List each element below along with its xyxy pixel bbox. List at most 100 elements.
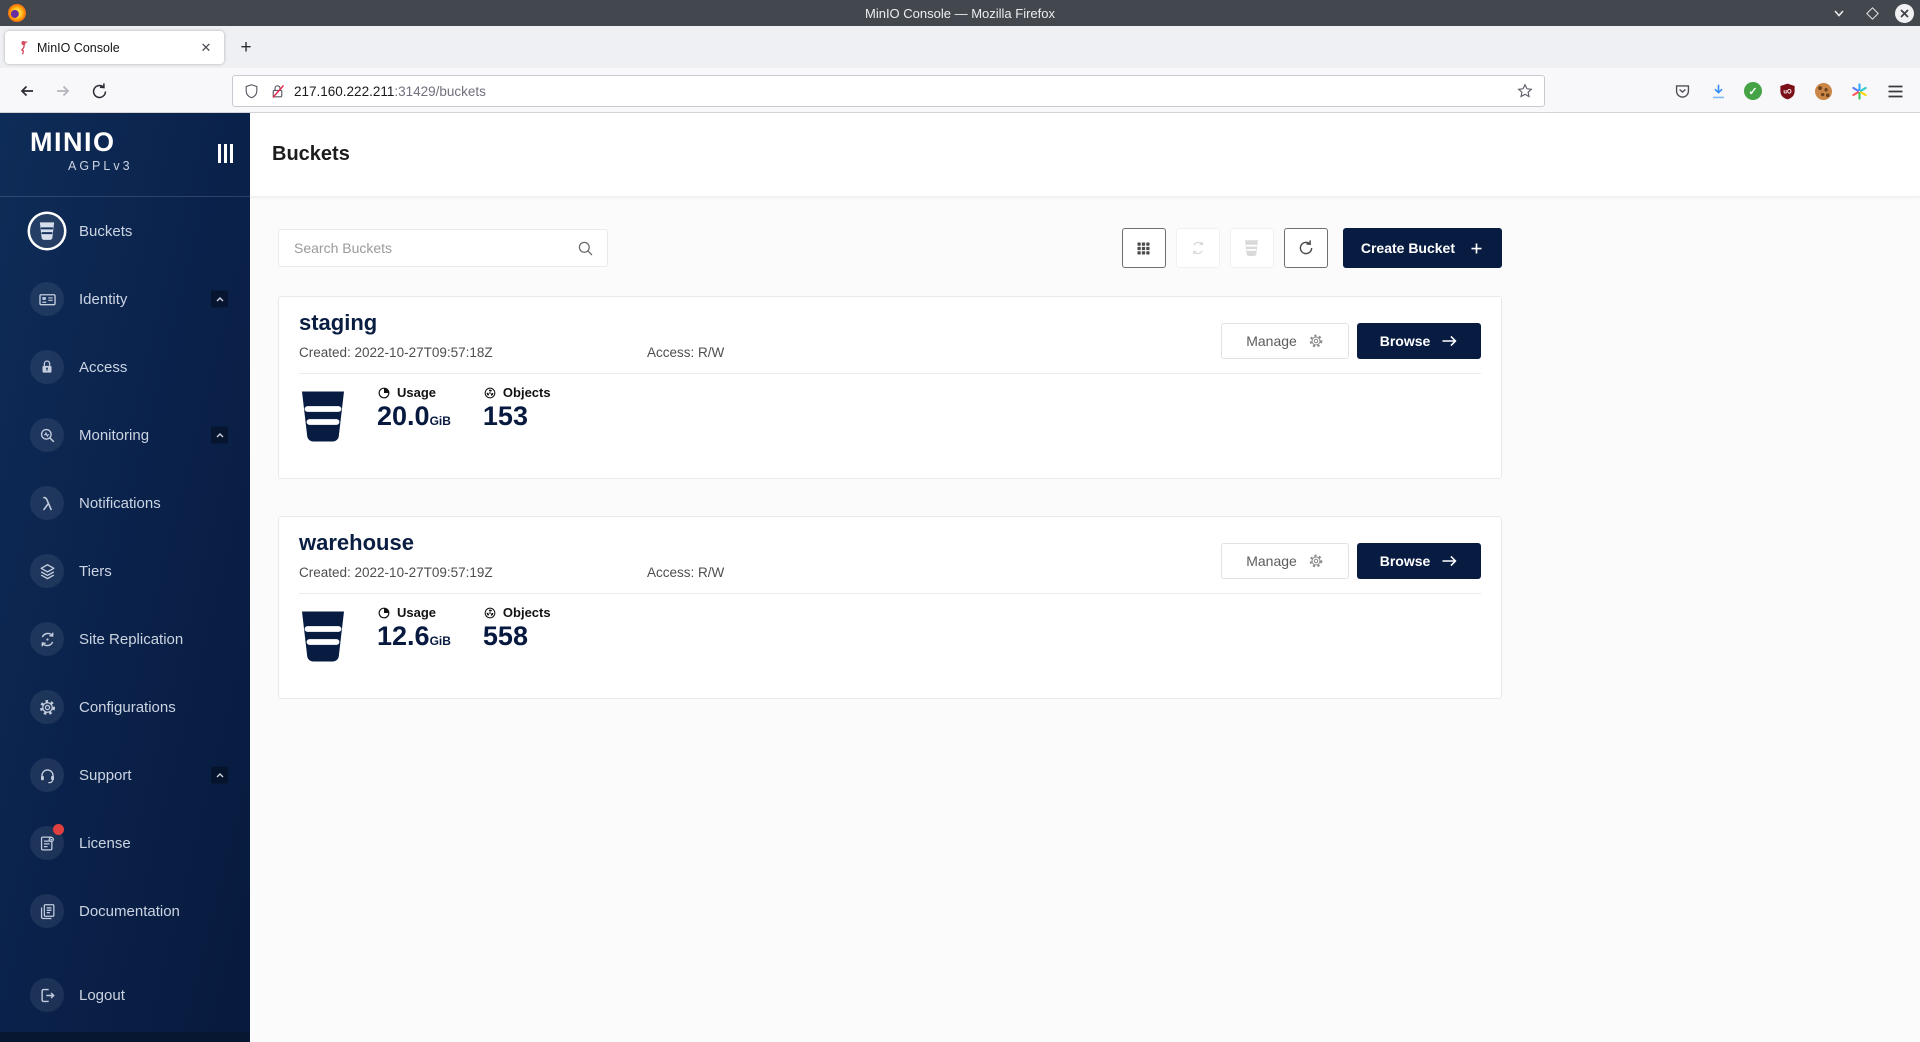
plus-icon <box>1469 241 1484 256</box>
insecure-lock-icon[interactable] <box>269 83 286 100</box>
objects-value: 558 <box>483 622 551 652</box>
new-tab-button[interactable]: + <box>232 34 260 62</box>
chevron-up-icon[interactable] <box>211 291 228 308</box>
minio-logo: MINIO <box>30 127 116 158</box>
cookie-extension-icon[interactable] <box>1813 81 1834 102</box>
forward-button[interactable] <box>48 76 78 106</box>
usage-value: 12.6 <box>377 621 430 651</box>
buckets-content: Create Bucket staging Created: 2022-10-2… <box>250 197 1920 1042</box>
refresh-button[interactable] <box>1284 228 1328 268</box>
support-icon <box>30 758 64 792</box>
create-bucket-button[interactable]: Create Bucket <box>1343 228 1502 268</box>
usage-pie-icon <box>377 386 391 400</box>
usage-label: Usage <box>397 605 436 620</box>
sidebar-item-configurations[interactable]: Configurations <box>0 673 250 741</box>
minio-license-tag: AGPLv3 <box>68 159 133 173</box>
manage-label: Manage <box>1246 333 1297 349</box>
usage-value: 20.0 <box>377 401 430 431</box>
reload-button[interactable] <box>84 76 114 106</box>
window-maximize-button[interactable] <box>1862 3 1882 23</box>
arrow-right-icon <box>1441 554 1458 568</box>
browser-tabbar: MinIO Console ✕ + <box>0 26 1920 68</box>
sidebar-item-label: Site Replication <box>79 631 183 648</box>
tracking-shield-icon[interactable] <box>243 83 260 100</box>
chevron-up-icon[interactable] <box>211 427 228 444</box>
sidebar-collapse-icon[interactable] <box>218 144 234 163</box>
sidebar-item-monitoring[interactable]: Monitoring <box>0 401 250 469</box>
id-card-icon <box>30 282 64 316</box>
sidebar-item-label: Identity <box>79 291 127 308</box>
url-bar[interactable]: 217.160.222.211:31429/buckets <box>232 75 1545 107</box>
manage-button[interactable]: Manage <box>1221 543 1349 579</box>
grid-view-button[interactable] <box>1122 228 1166 268</box>
manage-button[interactable]: Manage <box>1221 323 1349 359</box>
browse-button[interactable]: Browse <box>1357 323 1481 359</box>
divider <box>299 373 1481 374</box>
sidebar-item-notifications[interactable]: Notifications <box>0 469 250 537</box>
back-button[interactable] <box>12 76 42 106</box>
sidebar-item-license[interactable]: License <box>0 809 250 877</box>
window-close-button[interactable] <box>1895 4 1914 23</box>
search-buckets-box <box>278 229 608 267</box>
sidebar-item-label: Access <box>79 359 127 376</box>
sidebar-item-site-replication[interactable]: Site Replication <box>0 605 250 673</box>
sidebar-item-label: Tiers <box>79 563 112 580</box>
bucket-access: Access: R/W <box>647 345 724 360</box>
search-icon <box>576 239 595 258</box>
browse-label: Browse <box>1380 333 1431 349</box>
downloads-icon[interactable] <box>1708 81 1729 102</box>
page-title: Buckets <box>272 143 350 166</box>
layers-icon <box>30 554 64 588</box>
url-host: 217.160.222.211 <box>294 84 394 99</box>
bucket-created: Created: 2022-10-27T09:57:18Z <box>299 345 644 360</box>
sidebar-item-label: Monitoring <box>79 427 149 444</box>
bucket-icon <box>299 388 347 445</box>
sidebar: MINIO AGPLv3 Buckets Identity <box>0 113 250 1042</box>
menu-hamburger-icon[interactable] <box>1885 81 1906 102</box>
sidebar-item-tiers[interactable]: Tiers <box>0 537 250 605</box>
bucket-icon <box>299 608 347 665</box>
documentation-icon <box>30 894 64 928</box>
ublock-origin-icon[interactable]: uO <box>1777 81 1798 102</box>
colorful-pinwheel-extension-icon[interactable] <box>1849 81 1870 102</box>
license-alert-badge <box>53 824 64 835</box>
usage-pie-icon <box>377 606 391 620</box>
window-minimize-button[interactable] <box>1829 3 1849 23</box>
lock-icon <box>30 350 64 384</box>
bookmark-star-icon[interactable] <box>1516 82 1534 100</box>
sidebar-item-logout[interactable]: Logout <box>0 961 250 1029</box>
chevron-up-icon[interactable] <box>211 767 228 784</box>
gear-icon <box>1308 553 1324 569</box>
gear-icon <box>1308 333 1324 349</box>
tab-close-icon[interactable]: ✕ <box>196 38 216 58</box>
pocket-extension-icon[interactable] <box>1672 81 1693 102</box>
usage-unit: GiB <box>430 634 451 648</box>
search-buckets-input[interactable] <box>281 240 576 256</box>
page-header: Buckets <box>250 113 1920 197</box>
sidebar-item-access[interactable]: Access <box>0 333 250 401</box>
sidebar-item-label: Support <box>79 767 132 784</box>
objects-label: Objects <box>503 605 551 620</box>
bucket-card-warehouse[interactable]: warehouse Created: 2022-10-27T09:57:19Z … <box>278 516 1502 699</box>
replication-icon <box>30 622 64 656</box>
sidebar-item-buckets[interactable]: Buckets <box>0 197 250 265</box>
sidebar-item-label: Buckets <box>79 223 132 240</box>
bucket-card-staging[interactable]: staging Created: 2022-10-27T09:57:18Z Ac… <box>278 296 1502 479</box>
browser-tab-minio-console[interactable]: MinIO Console ✕ <box>5 31 224 64</box>
browser-navbar: 217.160.222.211:31429/buckets ✓ uO <box>0 68 1920 113</box>
sidebar-item-label: Configurations <box>79 699 176 716</box>
sidebar-item-support[interactable]: Support <box>0 741 250 809</box>
window-title: MinIO Console — Mozilla Firefox <box>0 6 1920 21</box>
monitor-search-icon <box>30 418 64 452</box>
sidebar-item-identity[interactable]: Identity <box>0 265 250 333</box>
sidebar-item-label: Notifications <box>79 495 161 512</box>
browse-button[interactable]: Browse <box>1357 543 1481 579</box>
objects-icon <box>483 606 497 620</box>
green-shield-extension-icon[interactable]: ✓ <box>1744 82 1762 100</box>
objects-icon <box>483 386 497 400</box>
lambda-icon <box>30 486 64 520</box>
sidebar-item-documentation[interactable]: Documentation <box>0 877 250 945</box>
tab-title: MinIO Console <box>37 41 196 55</box>
set-replication-button <box>1176 228 1220 268</box>
arrow-right-icon <box>1441 334 1458 348</box>
